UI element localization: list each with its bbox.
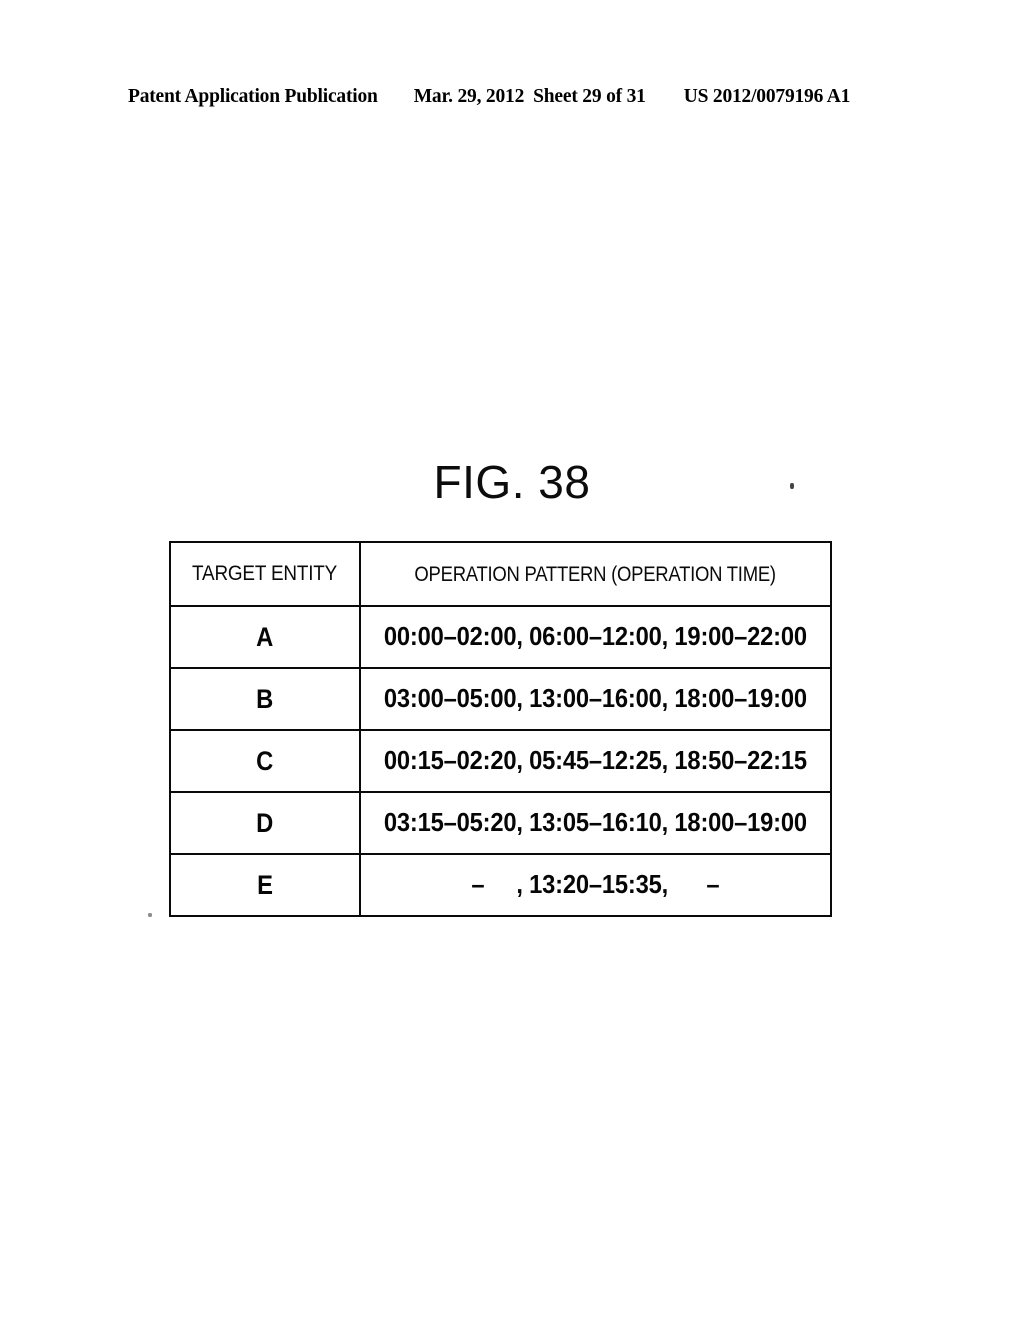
operation-pattern-value: 00:15–02:20, 05:45–12:25, 18:50–22:15 xyxy=(384,746,807,775)
operation-pattern-table: TARGET ENTITY OPERATION PATTERN (OPERATI… xyxy=(169,541,832,917)
table-row: D 03:15–05:20, 13:05–16:10, 18:00–19:00 xyxy=(169,791,832,855)
entity-label: D xyxy=(256,807,274,838)
entity-label: B xyxy=(256,683,274,714)
figure-table-container: TARGET ENTITY OPERATION PATTERN (OPERATI… xyxy=(169,541,832,917)
cell-target-entity: B xyxy=(169,667,361,731)
publication-label: Patent Application Publication xyxy=(128,86,378,107)
entity-label: C xyxy=(256,745,274,776)
column-header-operation-pattern: OPERATION PATTERN (OPERATION TIME) xyxy=(359,541,832,607)
scan-speck-artifact xyxy=(790,483,794,489)
cell-target-entity: A xyxy=(169,605,361,669)
entity-label: A xyxy=(256,621,274,652)
sheet-number: Sheet 29 of 31 xyxy=(533,86,646,107)
cell-operation-pattern: 03:15–05:20, 13:05–16:10, 18:00–19:00 xyxy=(359,791,832,855)
operation-pattern-value: 03:00–05:00, 13:00–16:00, 18:00–19:00 xyxy=(384,684,807,713)
cell-target-entity: C xyxy=(169,729,361,793)
operation-pattern-value: 03:15–05:20, 13:05–16:10, 18:00–19:00 xyxy=(384,808,807,837)
cell-operation-pattern: 00:00–02:00, 06:00–12:00, 19:00–22:00 xyxy=(359,605,832,669)
cell-target-entity: D xyxy=(169,791,361,855)
header-date-sheet-group: Mar. 29, 2012 Sheet 29 of 31 xyxy=(414,86,646,108)
column-header-target-entity: TARGET ENTITY xyxy=(169,541,361,607)
column-header-operation-pattern-label: OPERATION PATTERN (OPERATION TIME) xyxy=(414,561,777,586)
publication-date: Mar. 29, 2012 xyxy=(413,86,525,107)
cell-operation-pattern: 00:15–02:20, 05:45–12:25, 18:50–22:15 xyxy=(359,729,832,793)
operation-pattern-value: 00:00–02:00, 06:00–12:00, 19:00–22:00 xyxy=(384,622,807,651)
table-row: A 00:00–02:00, 06:00–12:00, 19:00–22:00 xyxy=(169,605,832,669)
table-row: B 03:00–05:00, 13:00–16:00, 18:00–19:00 xyxy=(169,667,832,731)
figure-title: FIG. 38 xyxy=(433,456,591,508)
table-header-row: TARGET ENTITY OPERATION PATTERN (OPERATI… xyxy=(169,541,832,607)
scan-speck-artifact xyxy=(148,913,152,917)
publication-number: US 2012/0079196 A1 xyxy=(683,86,851,107)
cell-operation-pattern: 03:00–05:00, 13:00–16:00, 18:00–19:00 xyxy=(359,667,832,731)
cell-target-entity: E xyxy=(169,853,361,917)
column-header-target-entity-label: TARGET ENTITY xyxy=(192,562,338,585)
entity-label: E xyxy=(257,869,273,900)
operation-pattern-value: – , 13:20–15:35, – xyxy=(471,870,720,899)
cell-operation-pattern: – , 13:20–15:35, – xyxy=(359,853,832,917)
table-row: E – , 13:20–15:35, – xyxy=(169,853,832,917)
page-running-header: Patent Application Publication Mar. 29, … xyxy=(128,86,896,112)
table-row: C 00:15–02:20, 05:45–12:25, 18:50–22:15 xyxy=(169,729,832,793)
